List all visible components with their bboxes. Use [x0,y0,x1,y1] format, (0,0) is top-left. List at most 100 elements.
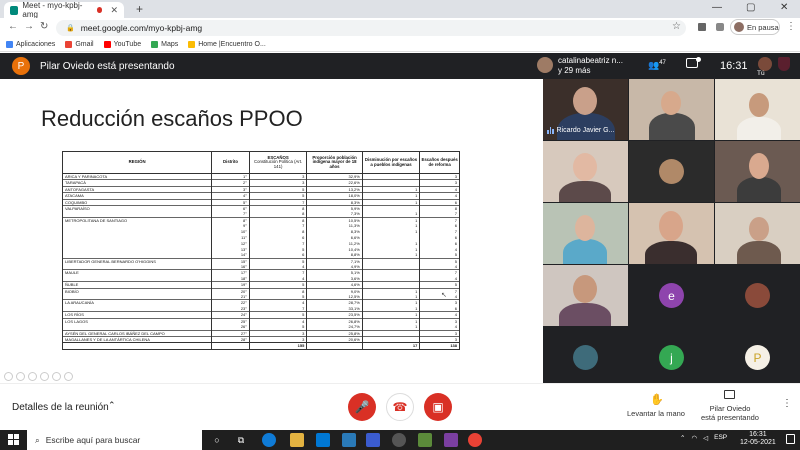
table-body: ARICA Y PARINACOTA 1° 3 32,9% 3 TARAPACÁ 2° 3 22… [61,172,460,350]
browser-tab[interactable]: Meet - myo-kpbj-amg ✕ [4,1,124,19]
presenting-line2: está presentando [701,413,759,422]
wifi-icon[interactable]: ◠ [691,434,697,442]
participant-initial-j: j [659,345,684,370]
header-after: Escaños después de reforma [419,151,460,174]
pinned-participant[interactable]: catalinabeatriz n... y 29 más [558,56,623,76]
maximize-button[interactable]: ▢ [746,2,755,13]
meeting-details-button[interactable]: Detalles de la reunión [12,402,109,413]
bookmark-gmail[interactable]: Gmail [65,41,94,48]
close-window-button[interactable]: ✕ [780,2,788,13]
table-header-row: REGIÓN Distrito ESCAÑOS Constitución Polí… [61,151,460,174]
participant-tile[interactable] [543,141,628,202]
presenter-avatar: P [12,57,30,75]
participant-face [573,275,597,303]
header-reduction: Disminución por escaños a pueblos indíge… [361,151,421,174]
mic-off-icon: 🎤 [354,400,370,414]
seats-table: REGIÓN Distrito ESCAÑOS Constitución Polí… [61,151,460,350]
mic-off-button[interactable]: 🎤 [348,393,376,421]
participant-tile[interactable] [543,265,628,326]
raise-hand-icon[interactable]: ✋ [650,393,664,406]
task-view-icon[interactable]: ⧉ [234,433,248,447]
edge-icon[interactable] [262,433,276,447]
game-app-icon[interactable] [444,433,458,447]
store-icon[interactable] [316,433,330,447]
participant-tile[interactable]: P [715,327,800,388]
chrome-icon[interactable] [468,433,482,447]
pinned-name: catalinabeatriz n... [558,56,623,65]
media-control-icon[interactable] [698,23,706,31]
file-explorer-icon[interactable] [290,433,304,447]
participant-face [659,211,683,241]
participants-button[interactable]: 👥47 [648,60,666,71]
slide-tool-icon[interactable] [64,372,73,381]
tray-up-icon[interactable]: ⌃ [680,434,685,442]
forward-button[interactable]: → [24,21,34,32]
bookmark-youtube[interactable]: YouTube [103,41,141,48]
participant-tile[interactable] [715,203,800,264]
bookmark-maps[interactable]: Maps [151,41,178,48]
host-controls-icon[interactable] [778,57,790,71]
slide-tool-icon[interactable] [16,372,25,381]
address-bar[interactable]: 🔒 meet.google.com/myo-kpbj-amg [56,20,686,36]
mail-icon[interactable] [342,433,356,447]
minimize-button[interactable]: — [712,2,722,13]
participant-tile[interactable] [715,265,800,326]
participant-initial-e: e [659,283,684,308]
total-after: 138 [419,342,460,350]
hangup-icon: ☎ [392,400,408,414]
participant-tile[interactable] [629,141,714,202]
participant-tile[interactable]: j [629,327,714,388]
slide-tool-icon[interactable] [52,372,61,381]
self-avatar[interactable] [758,57,772,71]
participant-face [749,217,769,241]
participant-tile[interactable] [715,141,800,202]
volume-icon[interactable]: ◁ [703,434,708,442]
presenting-button[interactable]: Pilar Oviedo está presentando [701,404,759,422]
chevron-up-icon[interactable]: ⌃ [108,400,116,411]
bookmark-home-encuentro[interactable]: Home |Encuentro O... [188,41,266,48]
notifications-icon[interactable] [786,434,795,444]
minecraft-icon[interactable] [418,433,432,447]
tray-clock[interactable]: 16:31 12-05-2021 [740,431,776,447]
taskbar-search-placeholder: Escribe aquí para buscar [45,435,141,445]
raise-hand-label[interactable]: Levantar la mano [627,409,685,418]
taskbar-search[interactable]: ⌕ Escribe aquí para buscar [27,430,202,450]
tab-title: Meet - myo-kpbj-amg [22,1,83,19]
extensions-icon[interactable] [716,23,724,31]
browser-menu-button[interactable]: ⋮ [786,21,796,32]
slide-tool-icon[interactable] [4,372,13,381]
apps-grid-icon [6,41,13,48]
language-indicator[interactable]: ESP [714,434,727,442]
camera-off-button[interactable]: ▣ [424,393,452,421]
people-icon: 👥 [648,60,660,70]
windows-start-icon[interactable] [8,434,19,445]
participant-tile[interactable] [629,79,714,140]
system-tray: ⌃ ◠ ◁ ESP [680,434,727,442]
present-screen-icon[interactable] [724,390,735,399]
new-tab-button[interactable]: + [136,2,143,16]
participant-tile[interactable] [543,327,628,388]
maps-icon [151,41,159,48]
tray-date: 12-05-2021 [740,439,776,446]
participant-tile[interactable]: e [629,265,714,326]
meet-favicon-icon [10,5,19,15]
back-button[interactable]: ← [8,21,18,32]
bookmark-aplicaciones[interactable]: Aplicaciones [6,41,55,48]
reload-button[interactable]: ↻ [40,21,48,32]
more-options-button[interactable]: ⋮ [782,398,792,409]
cortana-icon[interactable]: ○ [210,433,224,447]
app-icon[interactable] [366,433,380,447]
profile-button[interactable]: En pausa [730,19,780,35]
participant-tile[interactable] [715,79,800,140]
participant-tile[interactable] [629,203,714,264]
participant-tile-speaker[interactable]: Ricardo Javier G... [543,79,628,140]
slide-tool-icon[interactable] [40,372,49,381]
participant-tile[interactable] [543,203,628,264]
leave-call-button[interactable]: ☎ [386,393,414,421]
lock-icon: 🔒 [66,25,75,32]
xbox-icon[interactable] [392,433,406,447]
bookmark-star-icon[interactable]: ☆ [672,21,681,32]
gmail-icon [65,41,73,48]
tab-close-icon[interactable]: ✕ [110,5,118,16]
slide-tool-icon[interactable] [28,372,37,381]
